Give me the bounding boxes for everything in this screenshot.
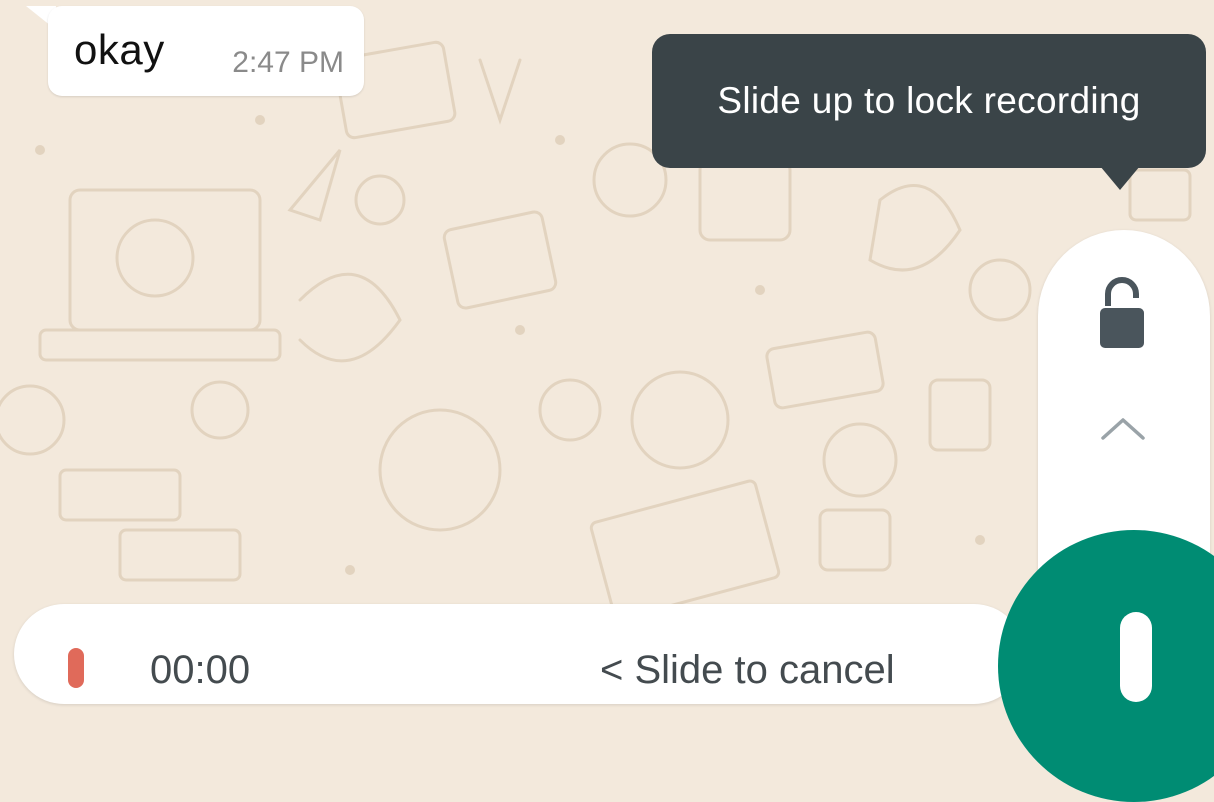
recording-indicator-icon <box>68 648 84 688</box>
lock-recording-tooltip: Slide up to lock recording <box>652 34 1206 168</box>
microphone-icon <box>1120 612 1152 702</box>
unlocked-padlock-icon <box>1100 277 1144 348</box>
chevron-up-icon <box>1101 418 1145 440</box>
recording-timer: 00:00 <box>150 648 251 692</box>
message-text: okay <box>74 26 165 73</box>
tooltip-arrow <box>1100 166 1140 190</box>
message-bubble[interactable]: okay 2:47 PM <box>48 6 364 96</box>
tooltip-text: Slide up to lock recording <box>717 80 1141 121</box>
message-timestamp: 2:47 PM <box>232 46 344 79</box>
slide-to-cancel-hint[interactable]: < Slide to cancel <box>600 648 895 693</box>
